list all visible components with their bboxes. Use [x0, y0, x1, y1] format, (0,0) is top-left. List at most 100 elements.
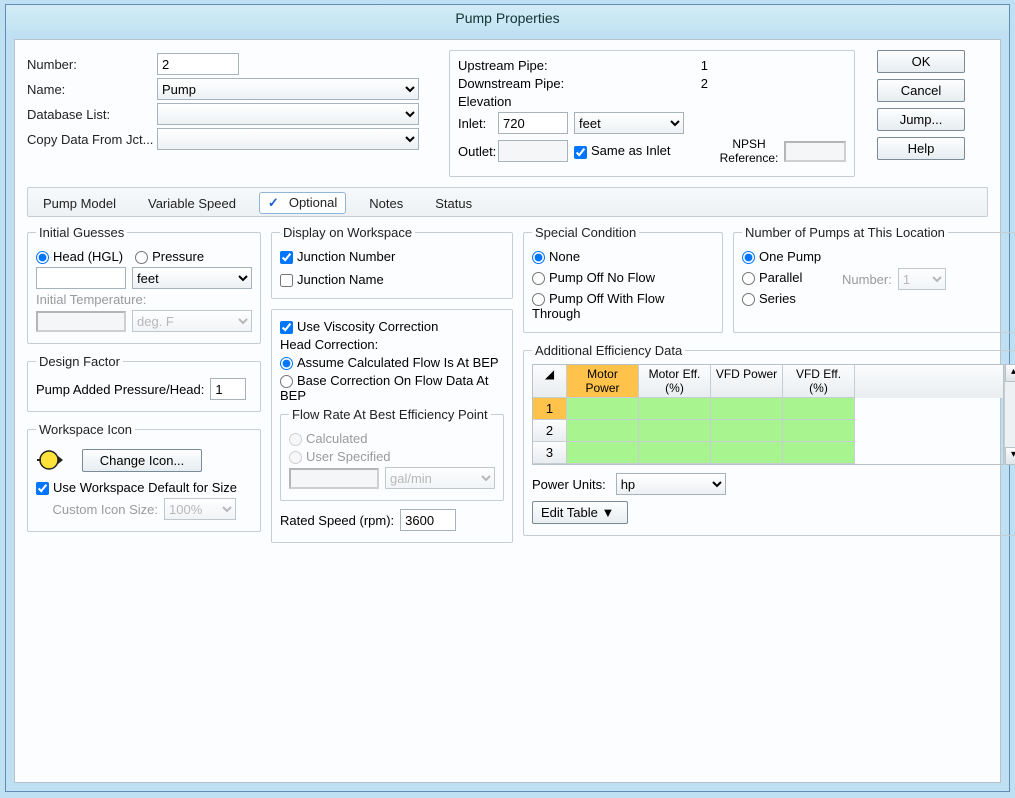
- sc-none-radio[interactable]: None: [532, 249, 580, 264]
- pump-icon: [36, 446, 64, 474]
- chevron-down-icon: ▼: [601, 505, 614, 520]
- col-motor-eff[interactable]: Motor Eff. (%): [639, 365, 711, 398]
- custom-icon-size-combo: 100%: [164, 498, 236, 520]
- efficiency-legend: Additional Efficiency Data: [532, 343, 685, 358]
- col-vfd-power[interactable]: VFD Power: [711, 365, 783, 398]
- change-icon-button[interactable]: Change Icon...: [82, 449, 202, 472]
- one-pump-radio[interactable]: One Pump: [742, 249, 821, 264]
- num-pumps-legend: Number of Pumps at This Location: [742, 225, 948, 240]
- junction-number-check[interactable]: Junction Number: [280, 249, 395, 264]
- design-factor-input[interactable]: [210, 378, 246, 400]
- name-combo[interactable]: Pump: [157, 78, 419, 100]
- npsh-label: NPSH Reference:: [714, 137, 784, 165]
- copydata-label: Copy Data From Jct...: [27, 132, 157, 147]
- efficiency-group: Additional Efficiency Data ◢ Motor Power…: [523, 343, 1015, 536]
- col-vfd-eff[interactable]: VFD Eff. (%): [783, 365, 855, 398]
- base-bep-radio[interactable]: Base Correction On Flow Data At BEP: [280, 373, 504, 403]
- initial-guesses-group: Initial Guesses Head (HGL) Pressure feet…: [27, 225, 261, 344]
- rated-speed-input[interactable]: [400, 509, 456, 531]
- col-motor-power[interactable]: Motor Power: [567, 365, 639, 398]
- pressure-radio[interactable]: Pressure: [135, 249, 204, 264]
- table-row: 2: [533, 420, 1003, 442]
- display-workspace-legend: Display on Workspace: [280, 225, 415, 240]
- inlet-label: Inlet:: [458, 116, 498, 131]
- special-condition-group: Special Condition None Pump Off No Flow …: [523, 225, 723, 333]
- cancel-button[interactable]: Cancel: [877, 79, 965, 102]
- assume-bep-radio[interactable]: Assume Calculated Flow Is At BEP: [280, 355, 499, 370]
- inlet-input[interactable]: [498, 112, 568, 134]
- table-row: 1: [533, 398, 1003, 420]
- tab-notes[interactable]: Notes: [360, 193, 412, 214]
- sc-offflow-radio[interactable]: Pump Off With Flow Through: [532, 291, 714, 321]
- initial-value-input[interactable]: [36, 267, 126, 289]
- name-label: Name:: [27, 82, 157, 97]
- tab-strip: Pump Model Variable Speed ✓Optional Note…: [27, 187, 988, 217]
- custom-icon-size-label: Custom Icon Size:: [36, 502, 164, 517]
- outlet-label: Outlet:: [458, 144, 498, 159]
- sc-offnoflow-radio[interactable]: Pump Off No Flow: [532, 270, 655, 285]
- database-label: Database List:: [27, 107, 157, 122]
- workspace-icon-group: Workspace Icon Change Icon... Use Worksp…: [27, 422, 261, 532]
- special-condition-legend: Special Condition: [532, 225, 639, 240]
- upstream-pipe-label: Upstream Pipe:: [458, 58, 608, 73]
- elevation-label: Elevation: [458, 94, 511, 109]
- initial-temp-label: Initial Temperature:: [36, 292, 146, 307]
- flowrate-bep-group: Flow Rate At Best Efficiency Point Calcu…: [280, 407, 504, 501]
- viscosity-group: Use Viscosity Correction Head Correction…: [271, 309, 513, 543]
- scroll-up-icon[interactable]: ▴: [1005, 364, 1015, 382]
- window-title: Pump Properties: [6, 5, 1009, 31]
- jump-button[interactable]: Jump...: [877, 108, 965, 131]
- database-combo[interactable]: [157, 103, 419, 125]
- rated-speed-label: Rated Speed (rpm):: [280, 513, 394, 528]
- check-icon: ✓: [268, 195, 279, 210]
- downstream-pipe-label: Downstream Pipe:: [458, 76, 608, 91]
- workspace-icon-legend: Workspace Icon: [36, 422, 135, 437]
- np-number-label: Number:: [842, 272, 892, 287]
- junction-name-check[interactable]: Junction Name: [280, 272, 384, 287]
- same-as-inlet-check[interactable]: Same as Inlet: [574, 143, 671, 158]
- help-button[interactable]: Help: [877, 137, 965, 160]
- design-factor-group: Design Factor Pump Added Pressure/Head:: [27, 354, 261, 412]
- tab-status[interactable]: Status: [426, 193, 481, 214]
- tab-variable-speed[interactable]: Variable Speed: [139, 193, 245, 214]
- flowrate-input: [289, 468, 379, 489]
- efficiency-table[interactable]: ◢ Motor Power Motor Eff. (%) VFD Power V…: [532, 364, 1004, 465]
- pipes-elevation-group: Upstream Pipe: 1 Downstream Pipe: 2 Elev…: [449, 50, 855, 177]
- tab-optional[interactable]: ✓Optional: [259, 192, 346, 214]
- display-workspace-group: Display on Workspace Junction Number Jun…: [271, 225, 513, 299]
- table-scrollbar[interactable]: ▴ ▾: [1004, 364, 1015, 465]
- upstream-pipe-value: 1: [608, 58, 718, 73]
- num-pumps-group: Number of Pumps at This Location One Pum…: [733, 225, 1015, 333]
- design-factor-label: Pump Added Pressure/Head:: [36, 382, 204, 397]
- edit-table-button[interactable]: Edit Table ▼: [532, 501, 628, 524]
- calculated-radio: Calculated: [289, 431, 367, 446]
- power-units-combo[interactable]: hp: [616, 473, 726, 495]
- ok-button[interactable]: OK: [877, 50, 965, 73]
- scroll-down-icon[interactable]: ▾: [1005, 447, 1015, 465]
- flowrate-bep-legend: Flow Rate At Best Efficiency Point: [289, 407, 491, 422]
- inlet-unit-combo[interactable]: feet: [574, 112, 684, 134]
- tab-pump-model[interactable]: Pump Model: [34, 193, 125, 214]
- initial-guesses-legend: Initial Guesses: [36, 225, 127, 240]
- downstream-pipe-value: 2: [608, 76, 718, 91]
- head-correction-label: Head Correction:: [280, 337, 378, 352]
- parallel-radio[interactable]: Parallel: [742, 270, 802, 285]
- user-specified-radio: User Specified: [289, 449, 391, 464]
- copydata-combo[interactable]: [157, 128, 419, 150]
- power-units-label: Power Units:: [532, 477, 606, 492]
- initial-temp-unit: deg. F: [132, 310, 252, 332]
- npsh-input: [784, 141, 846, 162]
- use-viscosity-check[interactable]: Use Viscosity Correction: [280, 319, 438, 334]
- use-default-size-check[interactable]: Use Workspace Default for Size: [36, 480, 237, 495]
- design-factor-legend: Design Factor: [36, 354, 123, 369]
- table-row: 3: [533, 442, 1003, 464]
- np-number-combo: 1: [898, 268, 946, 290]
- initial-temp-input: [36, 311, 126, 332]
- initial-unit-combo[interactable]: feet: [132, 267, 252, 289]
- number-input[interactable]: [157, 53, 239, 75]
- head-radio[interactable]: Head (HGL): [36, 249, 123, 264]
- outlet-input: [498, 140, 568, 162]
- series-radio[interactable]: Series: [742, 291, 796, 306]
- number-label: Number:: [27, 57, 157, 72]
- table-corner: ◢: [533, 365, 567, 398]
